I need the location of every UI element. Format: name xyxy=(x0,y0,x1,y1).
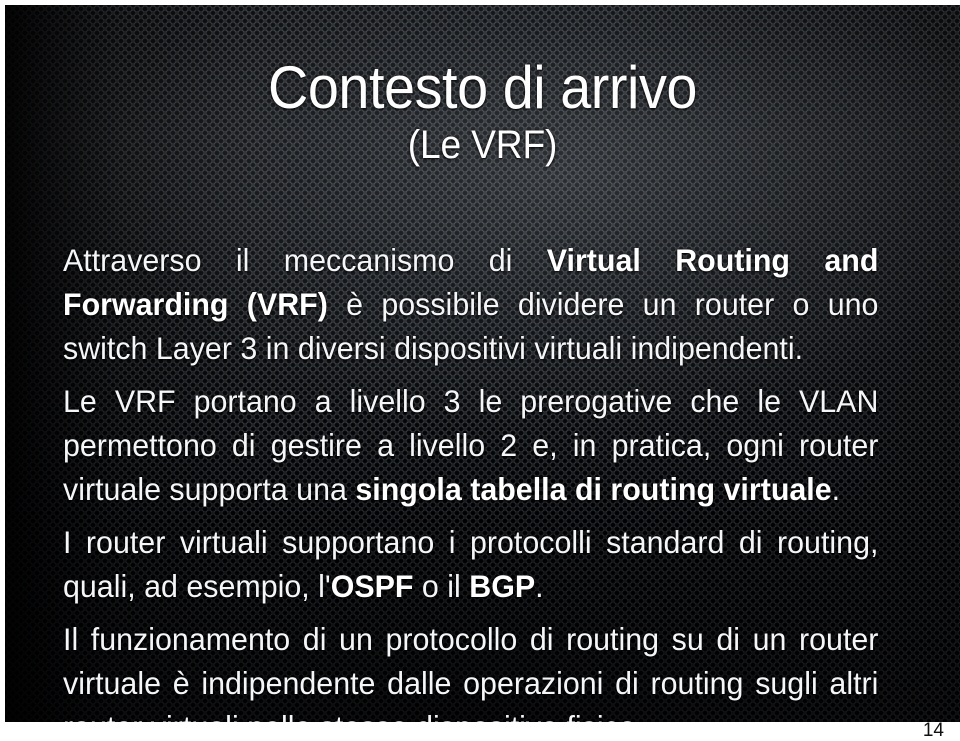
page-number-strip: 14 xyxy=(0,720,960,741)
text-run-bold: BGP xyxy=(469,568,536,604)
paragraph: Le VRF portano a livello 3 le prerogativ… xyxy=(63,379,878,511)
text-run: Attraverso il meccanismo di xyxy=(63,242,547,278)
page-subtitle: (Le VRF) xyxy=(407,123,558,168)
text-run-bold: singola tabella di routing virtuale xyxy=(355,471,832,507)
paragraph: I router virtuali supportano i protocoll… xyxy=(63,520,878,608)
text-run-bold: OSPF xyxy=(330,568,414,604)
title-block: Contesto di arrivo (Le VRF) xyxy=(5,57,960,166)
slide-content: Contesto di arrivo (Le VRF) Attraverso i… xyxy=(5,5,960,722)
body-text-block: Attraverso il meccanismo di Virtual Rout… xyxy=(63,238,908,722)
page-number: 14 xyxy=(922,720,944,741)
text-run: Il funzionamento di un protocollo di rou… xyxy=(63,621,879,722)
page-title: Contesto di arrivo xyxy=(268,54,697,121)
paragraph: Attraverso il meccanismo di Virtual Rout… xyxy=(63,238,878,370)
text-run: . xyxy=(535,568,544,604)
text-run: o il xyxy=(413,568,470,604)
text-run: . xyxy=(831,471,841,507)
slide-page: Contesto di arrivo (Le VRF) Attraverso i… xyxy=(0,0,960,741)
paragraph: Il funzionamento di un protocollo di rou… xyxy=(63,617,878,722)
slide-canvas: Contesto di arrivo (Le VRF) Attraverso i… xyxy=(5,5,960,722)
